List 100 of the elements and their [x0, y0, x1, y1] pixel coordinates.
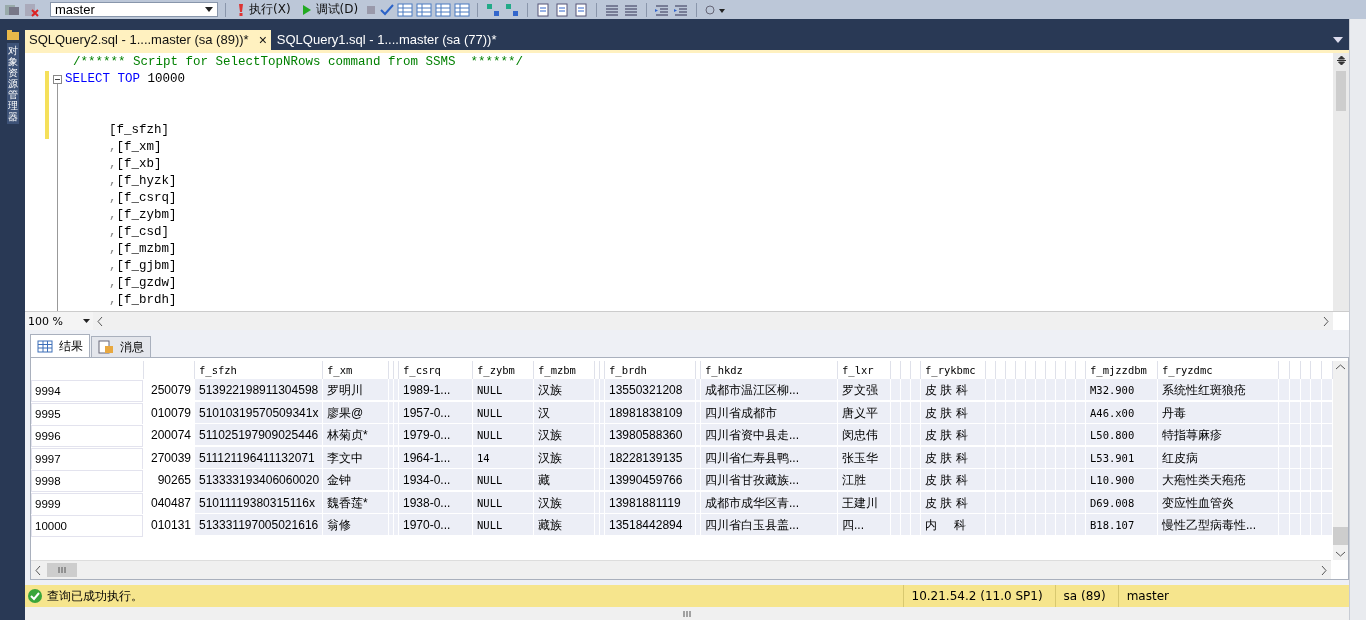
table-cell: 1979-0...: [399, 424, 473, 447]
code-token: [f_mzbm]: [116, 241, 177, 256]
table-cell: 罗明川: [323, 379, 389, 402]
table-cell: 皮 肤 科: [921, 446, 986, 469]
table-cell: 张玉华: [838, 446, 891, 469]
sidebar-title: 对象资源管理器: [6, 43, 19, 124]
document-tab[interactable]: SQLQuery2.sql - 1....master (sa (89))* ×: [25, 29, 271, 50]
scroll-thumb[interactable]: [47, 563, 77, 577]
table-cell: 江胜: [838, 469, 891, 492]
close-icon[interactable]: ×: [258, 31, 267, 48]
toolbar-grid-icon[interactable]: [435, 2, 452, 17]
code-token: TOP: [117, 71, 141, 86]
lines-icon[interactable]: [623, 2, 640, 17]
toolbar-grid-icon[interactable]: [454, 2, 471, 17]
split-icon[interactable]: [1336, 55, 1346, 65]
table-cell: 511025197909025446: [195, 424, 323, 447]
code-token: 10000: [147, 71, 186, 86]
server-icon[interactable]: [4, 2, 20, 17]
code-token: [f_gzdw]: [116, 275, 177, 290]
database-error-icon[interactable]: [23, 2, 39, 17]
code-token: ,: [109, 258, 117, 273]
exclamation-icon: [237, 2, 245, 17]
vertical-scrollbar[interactable]: [1333, 52, 1349, 312]
toolbar-grid-icon[interactable]: [397, 2, 414, 17]
horizontal-scrollbar[interactable]: [31, 560, 1331, 579]
zoom-dropdown[interactable]: 100 %: [25, 312, 93, 331]
table-cell: 513331197005021616: [195, 514, 323, 537]
scroll-thumb[interactable]: [1336, 70, 1346, 111]
results-tab[interactable]: 结果: [30, 334, 90, 358]
explorer-icon: [5, 29, 20, 41]
table-cell: 汉: [534, 401, 595, 424]
scroll-thumb[interactable]: [1333, 527, 1348, 545]
table-cell: L53.901: [1086, 446, 1158, 469]
execute-button[interactable]: 执行(X): [233, 1, 295, 18]
caret-icon: [205, 7, 213, 12]
table-cell: 廖果@: [323, 401, 389, 424]
database-dropdown[interactable]: master: [50, 2, 218, 17]
table-cell: 王建川: [838, 491, 891, 514]
grip-icon[interactable]: [683, 610, 691, 617]
code-token: ,: [109, 207, 117, 222]
stop-icon[interactable]: [365, 3, 378, 16]
dropdown-icon[interactable]: [1333, 36, 1343, 43]
table-cell: 皮 肤 科: [921, 491, 986, 514]
checkmark-icon[interactable]: [380, 3, 395, 16]
plan-icon[interactable]: [485, 2, 502, 17]
table-cell: M32.900: [1086, 379, 1158, 402]
success-check-icon: [27, 588, 43, 604]
table-cell: 皮 肤 科: [921, 424, 986, 447]
document-tab[interactable]: SQLQuery1.sql - 1....master (sa (77))*: [272, 29, 501, 50]
table-cell: 13980588360: [605, 424, 696, 447]
table-cell: 特指荨麻疹: [1158, 424, 1279, 447]
vertical-scrollbar[interactable]: [1349, 19, 1366, 620]
table-cell: 丹毒: [1158, 401, 1279, 424]
document-icon[interactable]: [554, 2, 571, 17]
document-icon[interactable]: [535, 2, 552, 17]
code-token: [f_hyzk]: [116, 173, 177, 188]
table-cell: 18981838109: [605, 401, 696, 424]
table-cell: 闵忠伟: [838, 424, 891, 447]
table-cell: 内 科: [921, 514, 986, 537]
table-cell: NULL: [473, 424, 534, 447]
code-token: [f_csd]: [116, 224, 170, 239]
code-token: ,: [109, 156, 117, 171]
toolbar-grid-icon[interactable]: [416, 2, 433, 17]
table-cell: B18.107: [1086, 514, 1158, 537]
table-cell: 成都市成华区青...: [701, 491, 838, 514]
table-cell: 变应性血管炎: [1158, 491, 1279, 514]
collapse-icon[interactable]: [52, 74, 62, 84]
table-cell: 四川省甘孜藏族...: [701, 469, 838, 492]
table-cell: 系统性红斑狼疮: [1158, 379, 1279, 402]
table-cell: 魏香莲*: [323, 491, 389, 514]
grip-icon: [58, 567, 66, 573]
table-cell: 藏: [534, 469, 595, 492]
table-cell: 四川省资中县走...: [701, 424, 838, 447]
plan-icon[interactable]: [504, 2, 521, 17]
row-number[interactable]: 9994: [31, 380, 143, 403]
table-cell: 四...: [838, 514, 891, 537]
code-token: [f_zybm]: [116, 207, 177, 222]
row-number[interactable]: 9996: [31, 425, 143, 448]
grid-icon: [37, 339, 53, 353]
row-number[interactable]: 10000: [31, 515, 143, 538]
table-cell: 藏族: [534, 514, 595, 537]
table-cell: 汉族: [534, 379, 595, 402]
table-cell: 汉族: [534, 424, 595, 447]
code-token: ,: [109, 241, 117, 256]
debug-button[interactable]: 调试(D): [297, 1, 363, 18]
table-cell: 皮 肤 科: [921, 379, 986, 402]
row-number[interactable]: 9998: [31, 470, 143, 493]
indent-icon[interactable]: [654, 2, 671, 17]
table-cell: 13518442894: [605, 514, 696, 537]
horizontal-scrollbar[interactable]: [93, 312, 1333, 331]
table-cell: 513922198911304598: [195, 379, 323, 402]
code-editor[interactable]: /****** Script for SelectTopNRows command from SSMS ******/ SELECT TOP 10000 [f_sfzh] ,[f_xm] ,[f_xb] ,[f_hyzk] ,[f_csrq] ,[f_zybm] ,[f_csd] ,[f_mzbm] ,[f_gjbm] ,[f_gzdw] ,[f_brdh]: [25, 49, 1349, 312]
options-icon[interactable]: [704, 2, 727, 17]
table-cell: 汉族: [534, 491, 595, 514]
lines-icon[interactable]: [604, 2, 621, 17]
code-token: SELECT: [65, 71, 110, 86]
document-icon[interactable]: [573, 2, 590, 17]
indent-icon[interactable]: [673, 2, 690, 17]
table-cell: 13990459766: [605, 469, 696, 492]
results-tab[interactable]: 消息: [91, 336, 151, 358]
